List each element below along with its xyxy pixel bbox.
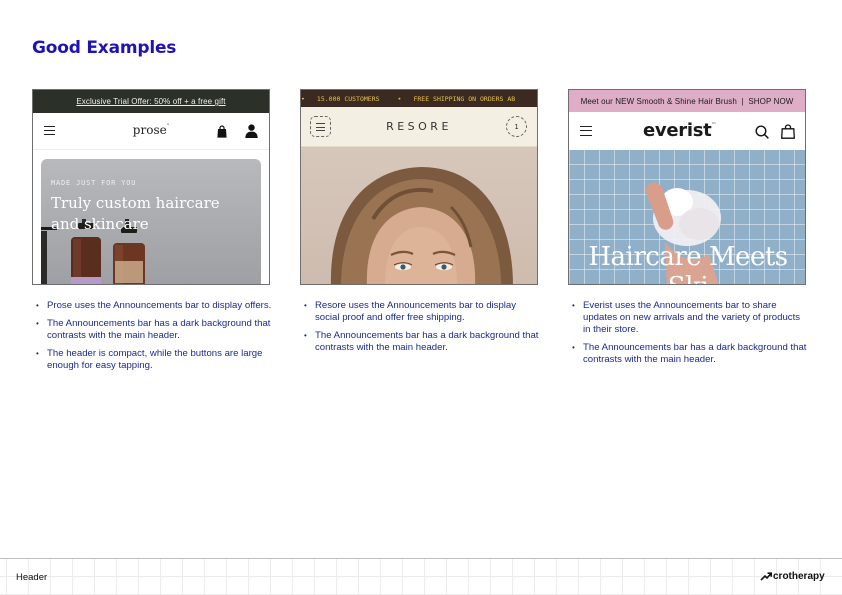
separator: • bbox=[397, 94, 402, 103]
footer-section-label: Header bbox=[16, 572, 48, 583]
menu-icon[interactable] bbox=[580, 126, 592, 136]
everist-header: everist™ bbox=[569, 112, 805, 150]
prose-announcement-bar[interactable]: Exclusive Trial Offer: 50% off + a free … bbox=[33, 90, 269, 113]
prose-headline: Truly custom haircare and skincare bbox=[51, 194, 220, 233]
resore-notes: Resore uses the Announcements bar to dis… bbox=[304, 300, 540, 360]
prose-header: prose° bbox=[33, 113, 269, 150]
everist-headline: Haircare Meets Ski bbox=[588, 242, 788, 284]
list-item: The Announcements bar has a dark backgro… bbox=[304, 330, 540, 354]
cart-count: 1 bbox=[514, 122, 519, 131]
resore-header: RESORE 1 bbox=[301, 107, 537, 147]
list-item: Resore uses the Announcements bar to dis… bbox=[304, 300, 540, 324]
list-item: Prose uses the Announcements bar to disp… bbox=[36, 300, 272, 312]
prose-logo[interactable]: prose° bbox=[33, 123, 269, 137]
announcement-item: FREE SHIPPING ON ORDERS AB bbox=[413, 94, 516, 103]
cart-icon[interactable]: 1 bbox=[506, 116, 527, 137]
resore-announcement-bar[interactable]: • 15.000 CUSTOMERS • FREE SHIPPING ON OR… bbox=[301, 90, 537, 107]
list-item: Everist uses the Announcements bar to sh… bbox=[572, 300, 808, 336]
prose-hero-banner: MADE JUST FOR YOU Truly custom haircare … bbox=[41, 159, 261, 284]
list-item: The Announcements bar has a dark backgro… bbox=[36, 318, 272, 342]
footer-brand-name: crotherapy bbox=[773, 571, 825, 582]
prose-notes: Prose uses the Announcements bar to disp… bbox=[36, 300, 272, 378]
shopping-bag-icon[interactable] bbox=[781, 124, 795, 139]
arrow-up-right-icon bbox=[760, 572, 772, 581]
everist-announcement-text[interactable]: Meet our NEW Smooth & Shine Hair Brush |… bbox=[581, 97, 794, 106]
prose-screenshot: Exclusive Trial Offer: 50% off + a free … bbox=[32, 89, 270, 285]
model-face-photo bbox=[301, 147, 537, 284]
search-icon[interactable] bbox=[755, 125, 769, 139]
resore-screenshot: • 15.000 CUSTOMERS • FREE SHIPPING ON OR… bbox=[300, 89, 538, 285]
everist-logo[interactable]: everist™ bbox=[643, 120, 716, 141]
list-item: The Announcements bar has a dark backgro… bbox=[572, 342, 808, 366]
page-title: Good Examples bbox=[32, 38, 177, 58]
everist-notes: Everist uses the Announcements bar to sh… bbox=[572, 300, 808, 372]
everist-hero-image: Haircare Meets Ski bbox=[569, 150, 805, 284]
prose-announcement-text[interactable]: Exclusive Trial Offer: 50% off + a free … bbox=[76, 97, 225, 106]
footer-brand: crotherapy bbox=[760, 571, 825, 582]
footer: Header crotherapy bbox=[0, 558, 842, 595]
separator: • bbox=[301, 94, 305, 103]
everist-announcement-bar[interactable]: Meet our NEW Smooth & Shine Hair Brush |… bbox=[569, 90, 805, 112]
list-item: The header is compact, while the buttons… bbox=[36, 348, 272, 372]
announcement-item: 15.000 CUSTOMERS bbox=[316, 94, 380, 103]
user-icon[interactable] bbox=[245, 124, 258, 138]
resore-logo[interactable]: RESORE bbox=[301, 120, 537, 133]
shopping-bag-icon[interactable] bbox=[217, 125, 227, 138]
prose-kicker: MADE JUST FOR YOU bbox=[51, 179, 137, 187]
everist-screenshot: Meet our NEW Smooth & Shine Hair Brush |… bbox=[568, 89, 806, 285]
